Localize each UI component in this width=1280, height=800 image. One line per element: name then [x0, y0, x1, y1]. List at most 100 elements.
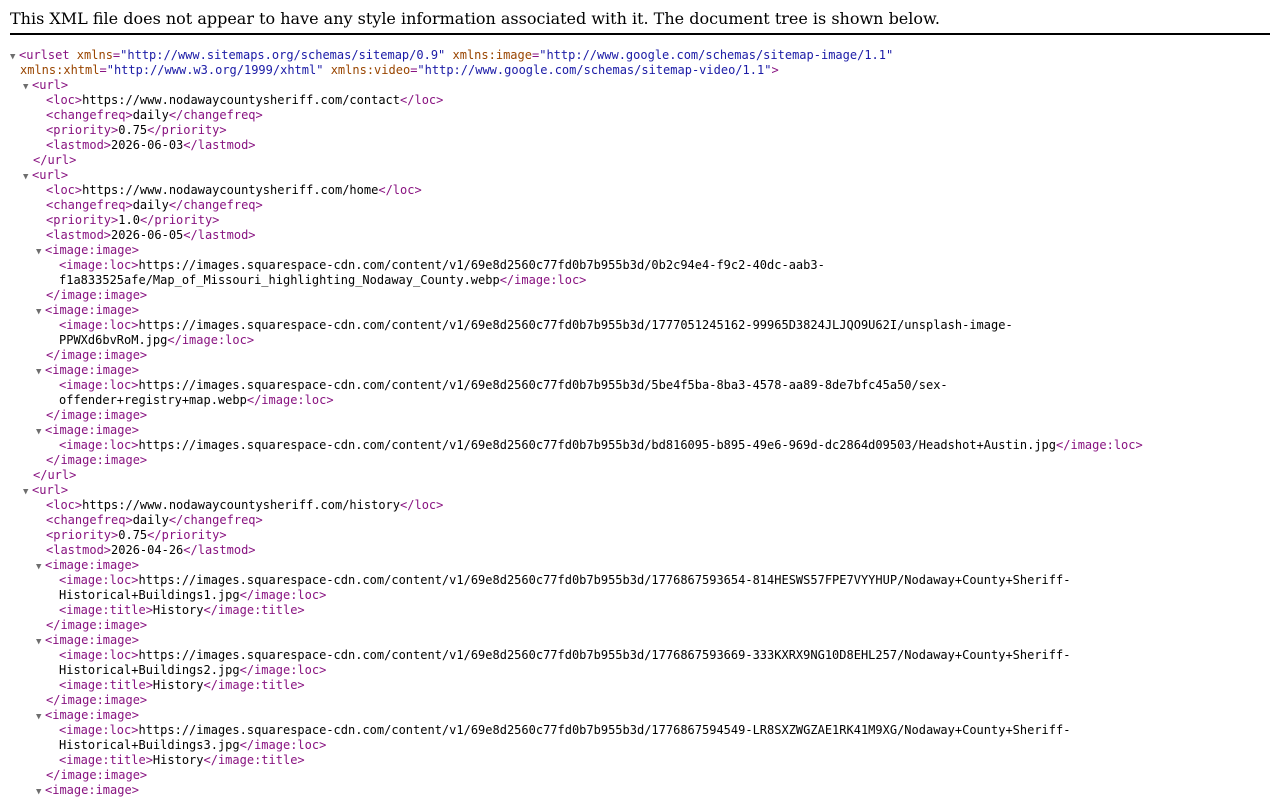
xml-tag-text: </url> — [33, 153, 77, 167]
xml-text-content: f1a833525afe/Map_of_Missouri_highlightin… — [59, 273, 500, 287]
xml-line: </image:image> — [46, 408, 147, 423]
collapse-triangle-icon[interactable]: ▼ — [23, 170, 32, 185]
xml-attr-name: xmlns — [76, 48, 113, 62]
xml-line: </image:image> — [46, 618, 147, 633]
collapse-triangle-icon[interactable]: ▼ — [10, 50, 19, 65]
xml-tag-text: > — [771, 63, 779, 77]
xml-text-content: Historical+Buildings1.jpg — [59, 588, 240, 602]
xml-tag-text: <url> — [32, 483, 69, 497]
xml-tag-text: </image:title> — [203, 678, 305, 692]
xml-line: </image:image> — [46, 453, 147, 468]
xml-line: ▼ <image:image> — [36, 303, 139, 318]
xml-text-content: https://www.nodawaycountysheriff.com/con… — [82, 93, 401, 107]
collapse-triangle-icon[interactable]: ▼ — [36, 785, 45, 800]
xml-text-content: 2026-04-26 — [111, 543, 184, 557]
xml-tag-text: <image:image> — [45, 708, 139, 722]
xml-text-content: https://images.squarespace-cdn.com/conte… — [138, 573, 1071, 587]
xml-tag-text: <image:loc> — [59, 258, 139, 272]
xml-tag-text: </changefreq> — [168, 198, 263, 212]
style-notice-text: This XML file does not appear to have an… — [10, 9, 940, 28]
xml-line: <loc>https://www.nodawaycountysheriff.co… — [46, 498, 443, 513]
collapse-triangle-icon[interactable]: ▼ — [23, 80, 32, 95]
xml-line: <loc>https://www.nodawaycountysheriff.co… — [46, 183, 422, 198]
xml-text-content: 0.75 — [118, 528, 148, 542]
xml-line: ▼ <image:image> — [36, 783, 139, 798]
xml-tag-text: <image:loc> — [59, 378, 139, 392]
xml-tag-text: <image:image> — [45, 558, 139, 572]
xml-tag-text: <changefreq> — [46, 198, 133, 212]
xml-tag-text: </url> — [33, 468, 77, 482]
xml-line: <image:loc>https://images.squarespace-cd… — [59, 723, 1070, 738]
xml-attr-name: xmlns:image — [452, 48, 532, 62]
xml-tag-text: <image:loc> — [59, 648, 139, 662]
xml-text-content: 2026-06-05 — [111, 228, 184, 242]
xml-line: xmlns:xhtml="http://www.w3.org/1999/xhtm… — [20, 63, 779, 78]
xml-text-content: https://images.squarespace-cdn.com/conte… — [138, 378, 948, 392]
xml-tag-text: <lastmod> — [46, 138, 112, 152]
xml-tag-text: </image:image> — [46, 348, 148, 362]
collapse-triangle-icon[interactable]: ▼ — [36, 560, 45, 575]
xml-tag-text: <changefreq> — [46, 513, 133, 527]
xml-text-content: History — [152, 603, 204, 617]
xml-line: ▼ <url> — [23, 483, 69, 498]
xml-line: ▼ <image:image> — [36, 708, 139, 723]
xml-text-content: offender+registry+map.webp — [59, 393, 247, 407]
xml-line: ▼ <urlset xmlns="http://www.sitemaps.org/… — [10, 48, 893, 63]
xml-tag-text: <image:loc> — [59, 723, 139, 737]
xml-tag-text: <image:image> — [45, 633, 139, 647]
xml-attr-value: "http://www.google.com/schemas/sitemap-v… — [417, 63, 772, 77]
collapse-triangle-icon[interactable]: ▼ — [36, 305, 45, 320]
xml-line: <priority>0.75</priority> — [46, 123, 227, 138]
xml-tag-text: </priority> — [147, 123, 227, 137]
xml-tag-text: <image:loc> — [59, 318, 139, 332]
xml-tag-text: <image:image> — [45, 303, 139, 317]
xml-line: PPWXd6bvRoM.jpg</image:loc> — [59, 333, 254, 348]
xml-line: <image:title>History</image:title> — [59, 753, 305, 768]
xml-attr-name: xmlns:video — [330, 63, 411, 77]
collapse-triangle-icon[interactable]: ▼ — [36, 245, 45, 260]
xml-text-content: https://images.squarespace-cdn.com/conte… — [138, 258, 825, 272]
collapse-triangle-icon[interactable]: ▼ — [36, 425, 45, 440]
xml-text-content: https://www.nodawaycountysheriff.com/his… — [82, 498, 401, 512]
xml-tag-text: </loc> — [400, 498, 444, 512]
xml-line: <image:loc>https://images.squarespace-cd… — [59, 573, 1070, 588]
xml-text-content: daily — [132, 198, 169, 212]
collapse-triangle-icon[interactable]: ▼ — [36, 710, 45, 725]
xml-tag-text: </priority> — [147, 528, 227, 542]
xml-tag-text: </image:image> — [46, 408, 148, 422]
collapse-triangle-icon[interactable]: ▼ — [36, 365, 45, 380]
xml-tag-text: </image:loc> — [1056, 438, 1143, 452]
xml-tag-text: <image:title> — [59, 603, 153, 617]
xml-tag-text — [323, 63, 330, 77]
xml-tag-text: <image:image> — [45, 423, 139, 437]
xml-text-content: PPWXd6bvRoM.jpg — [59, 333, 168, 347]
xml-text-content: 1.0 — [118, 213, 140, 227]
xml-text-content: 0.75 — [118, 123, 148, 137]
xml-line: </image:image> — [46, 348, 147, 363]
xml-text-content: Historical+Buildings2.jpg — [59, 663, 240, 677]
xml-text-content: daily — [132, 513, 169, 527]
xml-tag-text: <image:title> — [59, 753, 153, 767]
xml-tag-text: <image:image> — [45, 243, 139, 257]
xml-attr-value: "http://www.sitemaps.org/schemas/sitemap… — [120, 48, 446, 62]
xml-tag-text: </image:loc> — [246, 393, 334, 407]
xml-tag-text: </image:image> — [46, 453, 148, 467]
xml-line: </image:image> — [46, 768, 147, 783]
xml-tag-text: <url> — [32, 78, 69, 92]
xml-line: ▼ <image:image> — [36, 558, 139, 573]
xml-line: <image:loc>https://images.squarespace-cd… — [59, 258, 825, 273]
xml-tag-text: </image:title> — [203, 753, 305, 767]
collapse-triangle-icon[interactable]: ▼ — [23, 485, 32, 500]
xml-line: <priority>1.0</priority> — [46, 213, 219, 228]
xml-tag-text: <image:loc> — [59, 573, 139, 587]
xml-tag-text: <image:title> — [59, 678, 153, 692]
collapse-triangle-icon[interactable]: ▼ — [36, 635, 45, 650]
xml-text-content: daily — [132, 108, 169, 122]
xml-tag-text: <lastmod> — [46, 543, 112, 557]
xml-tag-text: <image:image> — [45, 783, 139, 797]
xml-tag-text: <loc> — [46, 498, 83, 512]
xml-line: <changefreq>daily</changefreq> — [46, 198, 263, 213]
xml-line: </url> — [33, 153, 76, 168]
xml-line: <image:loc>https://images.squarespace-cd… — [59, 438, 1143, 453]
xml-line: </image:image> — [46, 288, 147, 303]
